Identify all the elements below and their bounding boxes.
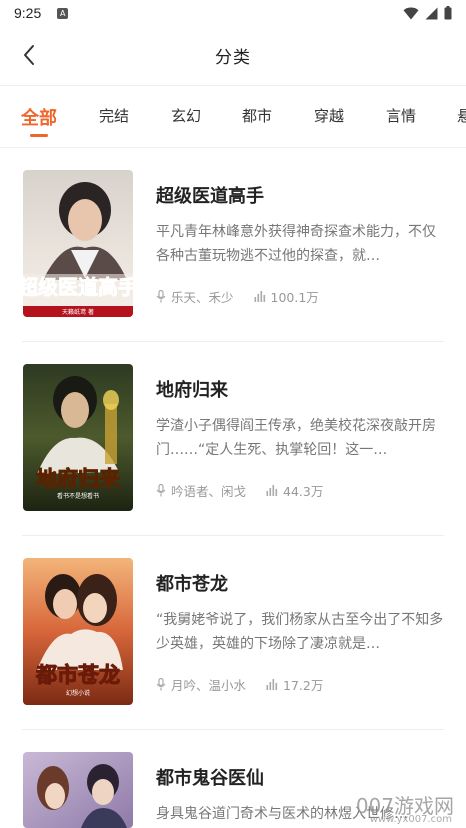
book-meta: 月吟、温小水 17.2万 (156, 675, 323, 694)
tab-completed[interactable]: 完结 (99, 105, 129, 126)
book-item[interactable]: 都市苍龙 幻想小说 都市苍龙 “我舅姥爷说了，我们杨家从古至今出了不知多少英雄，… (0, 536, 466, 730)
book-authors: 乐天、禾少 (171, 290, 234, 305)
tab-fantasy[interactable]: 玄幻 (171, 105, 201, 126)
microphone-icon (156, 484, 166, 497)
book-item[interactable]: 超级医道高手 天籁纸鸢 著 超级医道高手 平凡青年林峰意外获得神奇探查术能力，不… (0, 148, 466, 342)
book-item[interactable]: 地府归来 看书不是想看书 地府归来 学渣小子偶得阎王传承，绝美校花深夜敲开房门…… (0, 342, 466, 536)
book-meta: 吟语者、闲戈 44.3万 (156, 481, 323, 500)
wifi-icon (403, 7, 419, 19)
category-tabs: 全部 完结 玄幻 都市 穿越 言情 悬 (0, 86, 466, 148)
book-title: 地府归来 (156, 380, 228, 401)
cover-author-text: 看书不是想看书 (57, 492, 99, 500)
tab-romance[interactable]: 言情 (386, 105, 416, 126)
book-authors: 月吟、温小水 (171, 678, 247, 693)
tab-suspense[interactable]: 悬 (457, 105, 466, 126)
book-title: 超级医道高手 (156, 186, 264, 207)
chevron-left-icon (24, 45, 34, 65)
book-cover: 超级医道高手 天籁纸鸢 著 (23, 170, 133, 317)
status-bar: 9:25 A (0, 0, 466, 26)
cover-author-text: 幻想小说 (66, 689, 90, 697)
book-title: 都市鬼谷医仙 (156, 768, 264, 789)
book-description: 平凡青年林峰意外获得神奇探查术能力，不仅各种古董玩物逃不过他的探查，就… (156, 224, 436, 264)
tab-all[interactable]: 全部 (21, 104, 57, 130)
cover-title-text: 超级医道高手 (23, 275, 133, 299)
cover-title-text: 地府归来 (36, 467, 121, 491)
book-play-count: 100.1万 (270, 290, 319, 305)
book-cover: 都市苍龙 幻想小说 (23, 558, 133, 705)
tab-time-travel[interactable]: 穿越 (314, 105, 344, 126)
watermark: 007游戏网 www.yx007.com (340, 790, 460, 826)
book-play-count: 17.2万 (283, 678, 324, 693)
book-title: 都市苍龙 (156, 574, 228, 595)
back-button[interactable] (14, 40, 44, 70)
book-authors: 吟语者、闲戈 (171, 484, 247, 499)
book-play-count: 44.3万 (283, 484, 324, 499)
bar-chart-icon (266, 679, 278, 690)
tab-urban[interactable]: 都市 (242, 105, 272, 126)
page-title: 分类 (215, 48, 251, 68)
bar-chart-icon (254, 291, 266, 302)
book-meta: 乐天、禾少 100.1万 (156, 287, 319, 306)
signal-icon (425, 7, 438, 19)
book-description: “我舅姥爷说了，我们杨家从古至今出了不知多少英雄，英雄的下场除了凄凉就是… (156, 612, 444, 652)
microphone-icon (156, 290, 166, 303)
status-time: 9:25 (14, 5, 42, 21)
cover-author-text: 天籁纸鸢 著 (62, 308, 94, 316)
watermark-url: www.yx007.com (369, 814, 452, 825)
bar-chart-icon (266, 485, 278, 496)
top-app-bar: 分类 (0, 26, 466, 86)
battery-icon (444, 6, 452, 20)
notification-icon: A (57, 7, 69, 19)
cover-title-text: 都市苍龙 (35, 663, 120, 687)
book-cover: 地府归来 看书不是想看书 (23, 364, 133, 511)
book-cover (23, 752, 133, 828)
active-tab-indicator (30, 134, 48, 137)
microphone-icon (156, 678, 166, 691)
book-description: 学渣小子偶得阎王传承，绝美校花深夜敲开房门……“定人生死、执掌轮回！这一… (156, 418, 436, 458)
status-icons (403, 6, 452, 20)
